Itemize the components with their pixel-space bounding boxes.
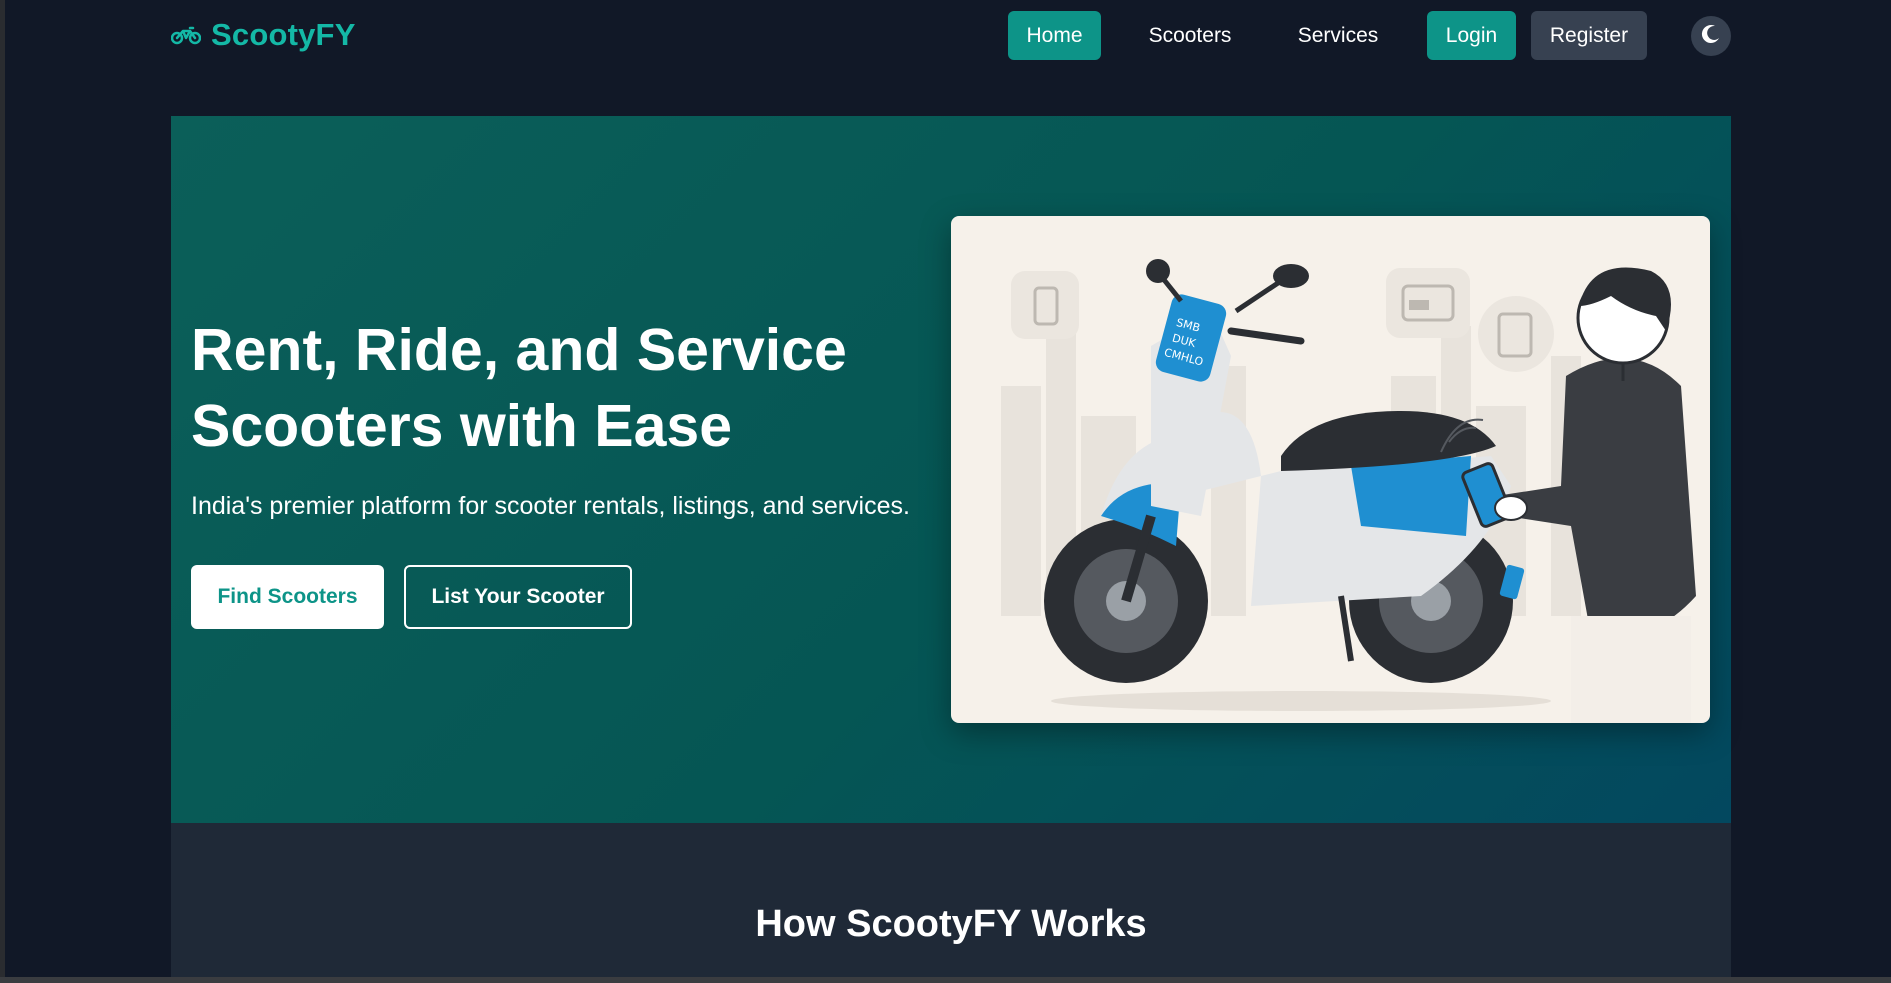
navbar: ScootyFY Home Scooters Services Login Re… — [0, 0, 1891, 72]
how-it-works-section: How ScootyFY Works — [171, 823, 1731, 977]
hero-subtitle: India's premier platform for scooter ren… — [191, 492, 910, 520]
nav-home-button[interactable]: Home — [1008, 11, 1101, 60]
hero-section: Rent, Ride, and Service Scooters with Ea… — [171, 116, 1731, 823]
phone-bubble-icon — [1011, 271, 1079, 339]
theme-toggle-button[interactable] — [1691, 16, 1731, 56]
list-your-scooter-button[interactable]: List Your Scooter — [404, 565, 632, 629]
nav-services-link[interactable]: Services — [1290, 11, 1386, 60]
hero-title-line-2: Scooters with Ease — [191, 393, 733, 459]
brand-name: ScootyFY — [211, 17, 356, 52]
card-bubble-icon — [1386, 268, 1470, 338]
register-button[interactable]: Register — [1531, 11, 1647, 60]
how-it-works-title: How ScootyFY Works — [755, 903, 1147, 945]
hero-title: Rent, Ride, and Service Scooters with Ea… — [191, 312, 951, 464]
motorcycle-icon — [171, 25, 201, 45]
window-left-border — [0, 0, 5, 983]
moon-icon — [1700, 23, 1722, 50]
window-bottom-border — [0, 977, 1891, 983]
receipt-bubble-icon — [1478, 296, 1554, 372]
hero-title-line-1: Rent, Ride, and Service — [191, 317, 847, 383]
login-button[interactable]: Login — [1427, 11, 1516, 60]
hero-illustration: SMB DUK CMHLO — [951, 216, 1710, 723]
find-scooters-button[interactable]: Find Scooters — [191, 565, 384, 629]
nav-scooters-link[interactable]: Scooters — [1140, 11, 1240, 60]
brand-logo[interactable]: ScootyFY — [171, 17, 356, 53]
